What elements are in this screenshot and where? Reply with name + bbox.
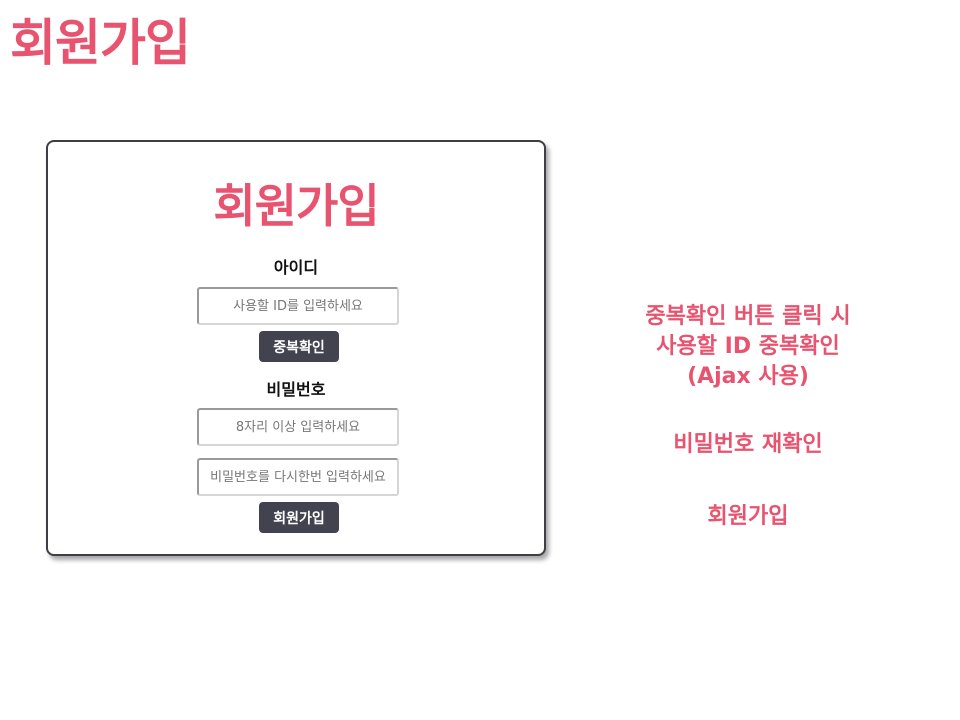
password-label: 비밀번호 bbox=[266, 380, 326, 399]
signup-button[interactable]: 회원가입 bbox=[259, 502, 339, 533]
duplicate-check-annotation: 중복확인 버튼 클릭 시 사용할 ID 중복확인 (Ajax 사용) bbox=[645, 304, 851, 389]
signup-form-card: 회원가입 아이디 중복확인 비밀번호 회원가입 bbox=[46, 140, 546, 556]
form-title: 회원가입 bbox=[213, 179, 379, 233]
id-label: 아이디 bbox=[273, 258, 319, 277]
page-heading: 회원가입 bbox=[10, 14, 191, 72]
password-input[interactable] bbox=[197, 408, 399, 446]
password-confirm-annotation: 비밀번호 재확인 bbox=[673, 432, 823, 457]
id-input[interactable] bbox=[197, 287, 399, 325]
duplicate-check-button[interactable]: 중복확인 bbox=[259, 331, 339, 362]
password-confirm-input[interactable] bbox=[197, 458, 399, 496]
signup-annotation: 회원가입 bbox=[707, 504, 789, 529]
